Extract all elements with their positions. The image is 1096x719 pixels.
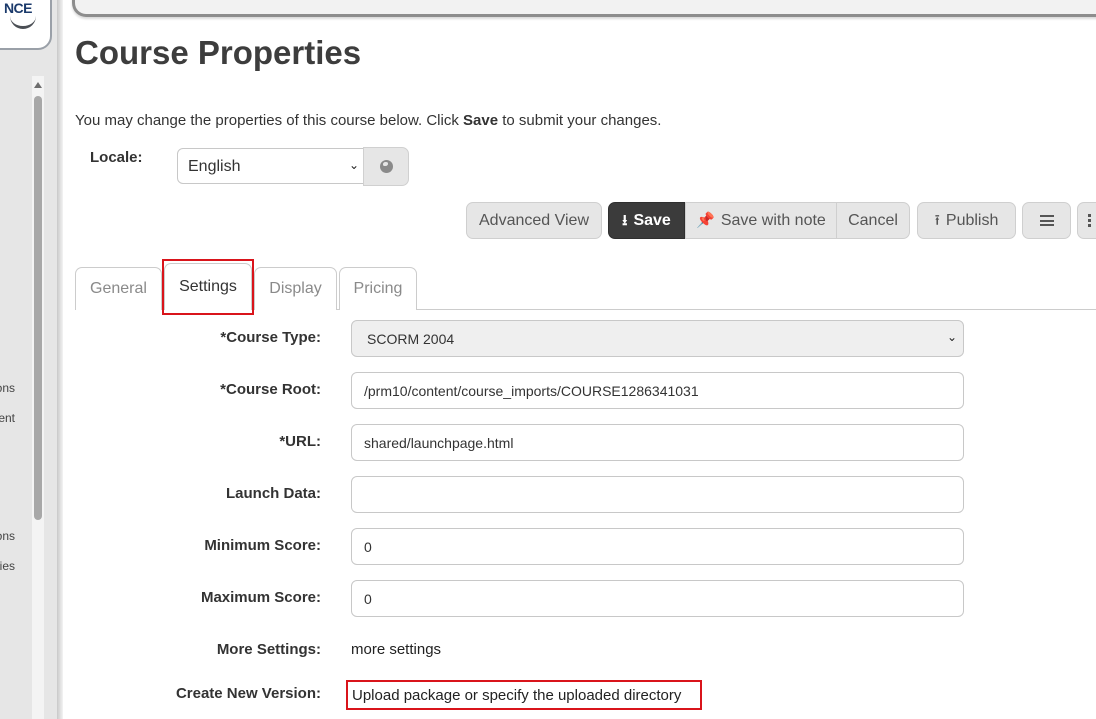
- launch-data-input[interactable]: [351, 476, 964, 513]
- highlight-box: [162, 259, 254, 315]
- tab-general[interactable]: General: [75, 267, 162, 310]
- course-root-input[interactable]: [351, 372, 964, 409]
- tab-display[interactable]: Display: [254, 267, 337, 310]
- sidebar-scrollbar[interactable]: [32, 76, 44, 719]
- grid-view-button[interactable]: [1077, 202, 1096, 239]
- upload-package-link[interactable]: Upload package or specify the uploaded d…: [346, 680, 702, 710]
- upload-icon: ⭱: [934, 212, 940, 229]
- minimum-score-input[interactable]: [351, 528, 964, 565]
- save-with-note-button[interactable]: 📌 Save with note: [685, 202, 837, 239]
- course-root-label: *Course Root:: [220, 381, 321, 398]
- minimum-score-label: Minimum Score:: [204, 537, 321, 554]
- maximum-score-label: Maximum Score:: [200, 589, 321, 606]
- save-button[interactable]: ⭳ Save: [608, 202, 685, 239]
- globe-icon: [379, 160, 393, 173]
- locale-globe-button[interactable]: [363, 147, 409, 186]
- create-new-version-label: Create New Version:: [175, 685, 321, 702]
- pin-icon: 📌: [696, 212, 715, 229]
- tab-pricing[interactable]: Pricing: [339, 267, 417, 310]
- scrollbar-thumb[interactable]: [34, 96, 42, 520]
- publish-button[interactable]: ⭱ Publish: [917, 202, 1016, 239]
- cancel-button[interactable]: Cancel: [836, 202, 910, 239]
- launch-data-label: Launch Data:: [225, 485, 321, 502]
- url-label: *URL:: [279, 433, 321, 450]
- more-settings-label: More Settings:: [216, 641, 321, 658]
- maximum-score-input[interactable]: [351, 580, 964, 617]
- left-sidebar: NCE ons ent ons ies: [0, 0, 58, 719]
- more-settings-link[interactable]: more settings: [351, 641, 441, 658]
- url-input[interactable]: [351, 424, 964, 461]
- course-type-label: *Course Type:: [220, 329, 321, 346]
- locale-select[interactable]: English: [177, 148, 364, 184]
- course-type-select[interactable]: SCORM 2004: [351, 320, 964, 357]
- hamburger-menu-icon: [1039, 215, 1054, 226]
- logo-swoosh: [10, 16, 36, 29]
- advanced-view-button[interactable]: Advanced View: [466, 202, 602, 239]
- intro-text: You may change the properties of this co…: [75, 112, 662, 129]
- grid-icon: [1088, 213, 1096, 228]
- sidebar-divider: [57, 0, 63, 719]
- menu-button[interactable]: [1022, 202, 1071, 239]
- top-header-bar: [72, 0, 1096, 17]
- scroll-up-arrow-icon[interactable]: [34, 82, 42, 88]
- locale-label: Locale:: [90, 149, 143, 166]
- page-title: Course Properties: [75, 34, 362, 71]
- logo[interactable]: NCE: [0, 0, 52, 50]
- download-icon: ⭳: [622, 212, 628, 229]
- logo-text: NCE: [3, 0, 33, 16]
